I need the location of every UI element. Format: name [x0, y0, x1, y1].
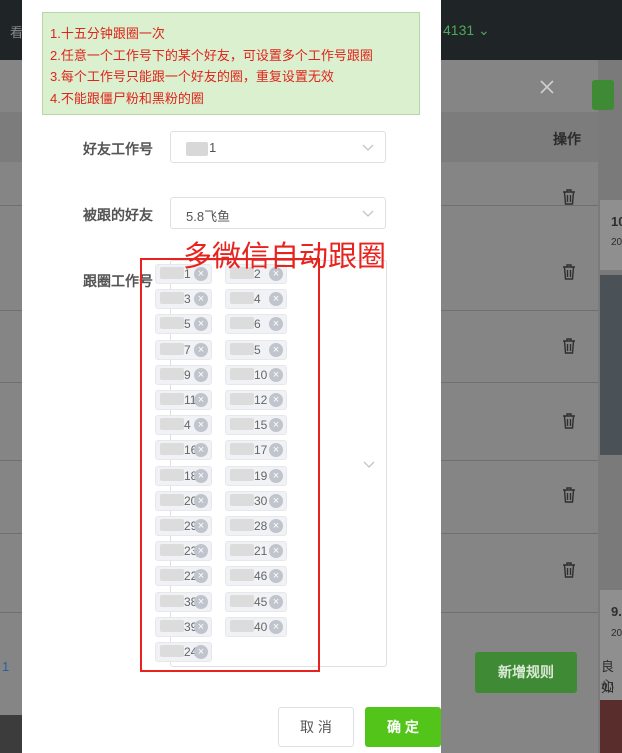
friend-account-select[interactable]: 1	[170, 131, 386, 163]
table-header-action: 操作	[553, 131, 581, 147]
close-icon[interactable]	[540, 80, 560, 94]
chevron-down-icon	[362, 210, 374, 217]
right-card-sub: 20	[611, 628, 622, 639]
followed-friend-value: 5.8飞鱼	[186, 209, 231, 224]
notice-line: 1.十五分钟跟圈一次	[50, 26, 165, 41]
right-card-title: 9.	[611, 604, 622, 619]
trash-icon[interactable]	[562, 413, 576, 429]
annotation-highlight-box	[140, 258, 320, 672]
followed-friend-label: 被跟的好友	[83, 207, 153, 223]
pagination-number[interactable]: 1	[2, 659, 9, 674]
redacted-mark	[186, 141, 208, 156]
trash-icon[interactable]	[562, 562, 576, 578]
notice-line: 2.任意一个工作号下的某个好友，可设置多个工作号跟圈	[50, 47, 373, 63]
right-card-title: 10	[611, 214, 622, 229]
right-card	[600, 200, 622, 270]
right-card-image	[600, 275, 622, 455]
chevron-down-icon	[363, 461, 375, 468]
trash-icon[interactable]	[562, 264, 576, 280]
annotation-label: 多微信自动跟圈	[183, 241, 387, 273]
followed-friend-select[interactable]: 5.8飞鱼	[170, 197, 386, 229]
background-strip	[0, 715, 22, 753]
right-card-sub: 20	[611, 237, 622, 248]
cancel-button[interactable]: 取 消	[278, 707, 354, 747]
friend-account-value: 1	[186, 140, 216, 156]
trash-icon[interactable]	[562, 189, 576, 205]
chevron-down-icon	[362, 144, 374, 151]
trash-icon[interactable]	[562, 338, 576, 354]
trash-icon[interactable]	[562, 487, 576, 503]
notice-line: 3.每个工作号只能跟一个好友的圈，重复设置无效	[50, 69, 334, 84]
background-green-button	[592, 80, 614, 110]
right-card-image	[600, 700, 622, 753]
confirm-button[interactable]: 确 定	[365, 707, 441, 747]
friend-account-label: 好友工作号	[83, 141, 153, 157]
account-indicator[interactable]: 4131 ⌄	[443, 22, 490, 39]
add-rule-button[interactable]: 新增规则	[475, 652, 577, 693]
rules-notice: 1.十五分钟跟圈一次 2.任意一个工作号下的某个好友，可设置多个工作号跟圈 3.…	[42, 12, 420, 115]
notice-line: 4.不能跟僵尸粉和黑粉的圈	[50, 90, 204, 106]
